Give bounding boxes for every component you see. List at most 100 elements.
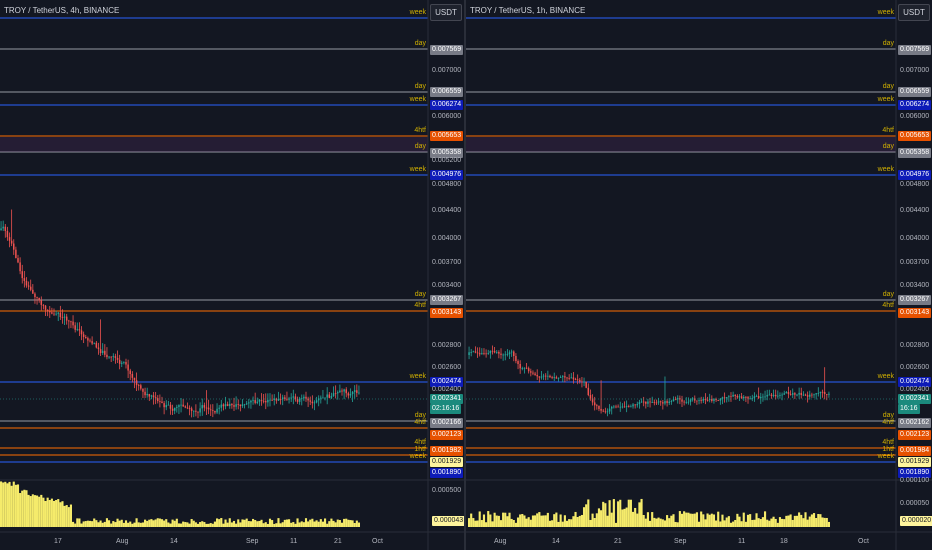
candle xyxy=(579,379,581,382)
candle xyxy=(657,401,660,403)
volume-bar xyxy=(266,523,269,527)
volume-bar xyxy=(602,501,605,527)
candle xyxy=(97,347,100,350)
volume-bar xyxy=(36,495,39,527)
candle xyxy=(34,293,36,298)
volume-bar xyxy=(663,520,667,527)
volume-bar xyxy=(468,518,471,527)
candle xyxy=(101,350,104,354)
candle xyxy=(783,393,785,395)
candle xyxy=(700,399,702,401)
volume-bar xyxy=(124,520,128,527)
volume-bar xyxy=(744,521,747,527)
quote-currency-button[interactable]: USDT xyxy=(898,4,930,21)
volume-bar xyxy=(525,518,528,527)
volume-bar xyxy=(2,482,5,527)
candle xyxy=(553,377,556,378)
candle xyxy=(483,353,485,354)
candle xyxy=(345,389,347,394)
volume-bar xyxy=(235,523,238,527)
candle xyxy=(286,398,288,400)
symbol-title[interactable]: TROY / TetherUS, 1h, BINANCE xyxy=(470,6,585,15)
volume-bar xyxy=(321,521,324,527)
candle xyxy=(689,399,692,402)
volume-bar xyxy=(131,523,134,527)
price-axis-tick: 0.003700 xyxy=(432,259,462,266)
volume-bar xyxy=(167,522,170,527)
price-chart-canvas[interactable] xyxy=(466,0,932,550)
candle xyxy=(125,361,127,365)
volume-bar xyxy=(827,521,830,527)
candle xyxy=(728,396,730,398)
candle xyxy=(6,230,9,238)
candle xyxy=(116,357,119,360)
candle xyxy=(747,397,749,399)
volume-bar xyxy=(646,512,649,527)
volume-bar xyxy=(86,520,89,527)
candle xyxy=(621,406,624,408)
candle xyxy=(800,392,803,396)
volume-bar xyxy=(343,518,346,527)
volume-bar xyxy=(78,518,81,527)
candle xyxy=(80,330,83,335)
volume-bar xyxy=(683,511,686,527)
volume-bar xyxy=(529,519,532,527)
candle xyxy=(176,406,178,408)
candle xyxy=(476,352,479,354)
candle xyxy=(131,374,134,378)
candle xyxy=(258,399,261,402)
volume-bar xyxy=(627,499,630,527)
volume-bar xyxy=(82,521,85,527)
candle xyxy=(730,396,732,398)
volume-bar xyxy=(636,513,639,527)
volume-bar xyxy=(88,520,92,527)
volume-bar xyxy=(334,522,337,527)
volume-bar xyxy=(353,523,356,527)
candle xyxy=(237,404,239,405)
chart-pane-1h[interactable]: TROY / TetherUS, 1h, BINANCE USDT week da… xyxy=(466,0,932,550)
level-label-4htf: 4htf xyxy=(882,302,894,309)
price-axis-tick: 0.004800 xyxy=(900,181,930,188)
candle xyxy=(493,351,496,353)
volume-bar xyxy=(499,520,503,527)
candle xyxy=(220,404,223,408)
candle xyxy=(106,354,108,358)
candle xyxy=(112,356,115,357)
volume-bar xyxy=(357,522,360,527)
volume-bar xyxy=(239,522,242,527)
volume-bar xyxy=(6,483,9,527)
volume-bar xyxy=(570,519,573,527)
candle xyxy=(596,405,598,407)
candle xyxy=(532,372,534,374)
candle xyxy=(68,320,70,322)
price-chart-canvas[interactable] xyxy=(0,0,464,550)
candle xyxy=(123,361,125,363)
candle xyxy=(4,226,7,231)
chart-pane-4h[interactable]: TROY / TetherUS, 4h, BINANCE USDT week da… xyxy=(0,0,464,550)
price-tag: 0.003143 xyxy=(430,308,464,318)
candle xyxy=(290,397,292,399)
candle xyxy=(638,402,641,405)
volume-bar xyxy=(619,499,622,527)
volume-bar xyxy=(76,518,79,527)
candle xyxy=(169,404,172,409)
volume-bar xyxy=(355,520,358,527)
volume-bar xyxy=(275,523,278,527)
volume-bar xyxy=(600,510,603,527)
level-label-day: day xyxy=(414,40,426,47)
volume-bar xyxy=(514,522,517,527)
volume-bar xyxy=(817,513,820,527)
quote-currency-button[interactable]: USDT xyxy=(430,4,462,21)
price-tag: 0.006559 xyxy=(430,87,464,97)
volume-bar xyxy=(67,507,70,527)
candle xyxy=(819,391,822,394)
symbol-title[interactable]: TROY / TetherUS, 4h, BINANCE xyxy=(4,6,119,15)
volume-bar xyxy=(478,511,481,527)
volume-bar xyxy=(708,514,711,527)
candle xyxy=(53,313,55,315)
candle xyxy=(645,401,647,404)
volume-bar xyxy=(254,519,257,527)
candle xyxy=(719,398,722,401)
volume-bar xyxy=(674,521,677,527)
candle xyxy=(154,397,157,399)
